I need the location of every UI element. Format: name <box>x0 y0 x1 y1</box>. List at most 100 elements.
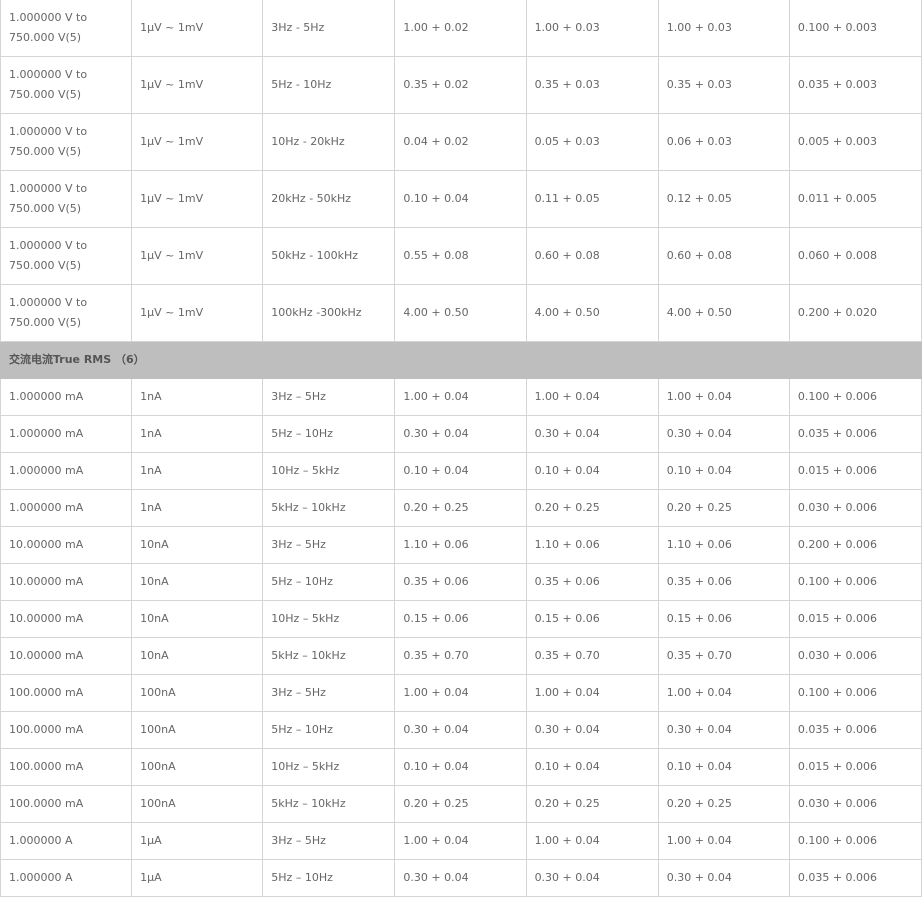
table-row: 1.000000 V to 750.000 V(5) 1μV ~ 1mV 50kHz… <box>0 227 923 285</box>
table-cell: 100nA <box>131 785 264 823</box>
table-cell: 10Hz – 5kHz <box>262 452 396 490</box>
spec-table: 1.000000 V to 750.000 V(5) 1μV ~ 1mV 3Hz -… <box>0 0 923 897</box>
table-cell: 100nA <box>131 674 264 712</box>
table-cell: 0.100 + 0.006 <box>788 674 923 712</box>
table-cell: 10.00000 mA <box>0 637 133 675</box>
table-cell: 0.20 + 0.25 <box>657 785 790 823</box>
table-cell: 0.035 + 0.006 <box>788 859 923 897</box>
table-cell: 3Hz – 5Hz <box>262 674 396 712</box>
table-cell: 0.10 + 0.04 <box>394 452 527 490</box>
table-row: 1.000000 V to 750.000 V(5) 1μV ~ 1mV 10Hz … <box>0 113 923 171</box>
table-cell: 0.011 + 0.005 <box>788 170 923 228</box>
table-cell: 0.100 + 0.006 <box>788 378 923 416</box>
table-cell: 0.035 + 0.006 <box>788 415 923 453</box>
table-cell: 1.00 + 0.04 <box>394 674 527 712</box>
table-cell: 1μV ~ 1mV <box>131 113 264 171</box>
table-cell: 10.00000 mA <box>0 563 133 601</box>
table-cell: 1.000000 V to 750.000 V(5) <box>0 170 133 228</box>
table-cell: 1nA <box>131 415 264 453</box>
table-cell: 1.000000 A <box>0 822 133 860</box>
table-row: 1.000000 A 1μA 3Hz – 5Hz 1.00 + 0.04 1.00 + … <box>0 822 923 860</box>
table-cell: 0.005 + 0.003 <box>788 113 923 171</box>
table-row: 10.00000 mA 10nA 10Hz – 5kHz 0.15 + 0.06 0.1… <box>0 600 923 638</box>
table-cell: 1.00 + 0.02 <box>394 0 527 57</box>
table-row: 1.000000 V to 750.000 V(5) 1μV ~ 1mV 20kHz… <box>0 170 923 228</box>
table-cell: 1.000000 V to 750.000 V(5) <box>0 227 133 285</box>
table-cell: 1.00 + 0.04 <box>657 378 790 416</box>
table-cell: 1.000000 V to 750.000 V(5) <box>0 0 133 57</box>
table-cell: 5Hz – 10Hz <box>262 859 396 897</box>
table-cell: 0.60 + 0.08 <box>657 227 790 285</box>
table-cell: 1nA <box>131 452 264 490</box>
table-cell: 1.10 + 0.06 <box>657 526 790 564</box>
table-row: 1.000000 mA 1nA 10Hz – 5kHz 0.10 + 0.04 0.10… <box>0 452 923 490</box>
table-cell: 0.30 + 0.04 <box>657 859 790 897</box>
table-row: 1.000000 V to 750.000 V(5) 1μV ~ 1mV 3Hz -… <box>0 0 923 57</box>
table-cell: 1.000000 V to 750.000 V(5) <box>0 56 133 114</box>
table-cell: 0.35 + 0.06 <box>525 563 659 601</box>
table-cell: 5Hz – 10Hz <box>262 711 396 749</box>
table-cell: 3Hz – 5Hz <box>262 822 396 860</box>
table-cell: 1.10 + 0.06 <box>525 526 659 564</box>
table-cell: 0.35 + 0.03 <box>525 56 659 114</box>
table-cell: 1.00 + 0.04 <box>394 822 527 860</box>
table-row: 1.000000 V to 750.000 V(5) 1μV ~ 1mV 5Hz -… <box>0 56 923 114</box>
table-cell: 10nA <box>131 563 264 601</box>
table-cell: 100.0000 mA <box>0 711 133 749</box>
table-cell: 1.00 + 0.03 <box>657 0 790 57</box>
table-cell: 1.10 + 0.06 <box>394 526 527 564</box>
table-cell: 100.0000 mA <box>0 748 133 786</box>
table-cell: 1.00 + 0.04 <box>657 822 790 860</box>
table-cell: 1.000000 A <box>0 859 133 897</box>
table-cell: 100nA <box>131 711 264 749</box>
table-cell: 0.35 + 0.06 <box>394 563 527 601</box>
table-cell: 1.00 + 0.04 <box>525 378 659 416</box>
table-row: 100.0000 mA 100nA 10Hz – 5kHz 0.10 + 0.04 0.… <box>0 748 923 786</box>
table-cell: 0.015 + 0.006 <box>788 748 923 786</box>
table-cell: 1μA <box>131 859 264 897</box>
table-row: 10.00000 mA 10nA 3Hz – 5Hz 1.10 + 0.06 1.10 … <box>0 526 923 564</box>
table-cell: 1.000000 mA <box>0 489 133 527</box>
table-row: 1.000000 V to 750.000 V(5) 1μV ~ 1mV 100kH… <box>0 284 923 342</box>
table-cell: 0.30 + 0.04 <box>394 415 527 453</box>
table-cell: 0.100 + 0.006 <box>788 822 923 860</box>
table-cell: 1μV ~ 1mV <box>131 284 264 342</box>
table-cell: 0.200 + 0.020 <box>788 284 923 342</box>
table-cell: 0.35 + 0.70 <box>525 637 659 675</box>
table-cell: 100.0000 mA <box>0 674 133 712</box>
table-cell: 0.30 + 0.04 <box>394 711 527 749</box>
table-cell: 0.35 + 0.70 <box>394 637 527 675</box>
table-cell: 0.20 + 0.25 <box>525 785 659 823</box>
table-cell: 0.10 + 0.04 <box>394 170 527 228</box>
table-cell: 0.060 + 0.008 <box>788 227 923 285</box>
table-cell: 0.030 + 0.006 <box>788 489 923 527</box>
section-header-row: 交流电流True RMS （6） <box>0 341 922 379</box>
table-cell: 0.60 + 0.08 <box>525 227 659 285</box>
table-cell: 0.12 + 0.05 <box>657 170 790 228</box>
table-cell: 0.200 + 0.006 <box>788 526 923 564</box>
table-cell: 100.0000 mA <box>0 785 133 823</box>
table-cell: 10Hz – 5kHz <box>262 600 396 638</box>
table-cell: 1.00 + 0.04 <box>525 822 659 860</box>
table-cell: 0.30 + 0.04 <box>525 415 659 453</box>
table-cell: 0.10 + 0.04 <box>525 452 659 490</box>
spec-table-body: 1.000000 V to 750.000 V(5) 1μV ~ 1mV 3Hz -… <box>0 0 923 897</box>
table-cell: 0.20 + 0.25 <box>657 489 790 527</box>
table-cell: 0.35 + 0.06 <box>657 563 790 601</box>
table-cell: 1.00 + 0.04 <box>394 378 527 416</box>
table-cell: 0.35 + 0.02 <box>394 56 527 114</box>
table-cell: 0.35 + 0.03 <box>657 56 790 114</box>
table-cell: 1μA <box>131 822 264 860</box>
table-cell: 0.30 + 0.04 <box>394 859 527 897</box>
table-cell: 0.035 + 0.006 <box>788 711 923 749</box>
table-cell: 10nA <box>131 637 264 675</box>
table-cell: 0.10 + 0.04 <box>525 748 659 786</box>
table-cell: 3Hz – 5Hz <box>262 526 396 564</box>
table-cell: 4.00 + 0.50 <box>525 284 659 342</box>
table-cell: 0.100 + 0.003 <box>788 0 923 57</box>
table-cell: 5kHz – 10kHz <box>262 637 396 675</box>
table-cell: 0.30 + 0.04 <box>657 415 790 453</box>
table-cell: 0.55 + 0.08 <box>394 227 527 285</box>
table-row: 1.000000 mA 1nA 5kHz – 10kHz 0.20 + 0.25 0.2… <box>0 489 923 527</box>
table-cell: 5Hz – 10Hz <box>262 415 396 453</box>
